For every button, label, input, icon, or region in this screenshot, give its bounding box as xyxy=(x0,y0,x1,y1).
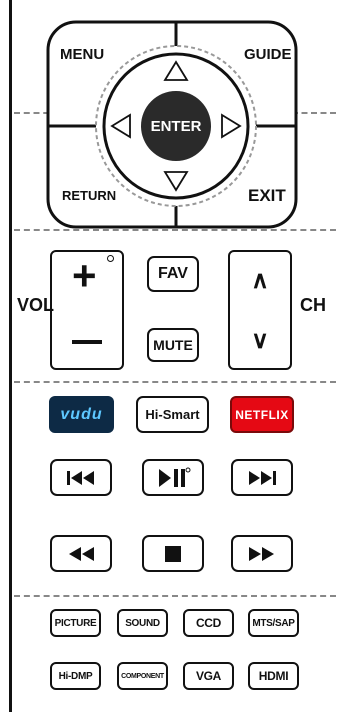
chevron-down-icon: ∨ xyxy=(251,326,269,354)
play-pause-button[interactable] xyxy=(142,459,204,496)
arrow-left-icon[interactable] xyxy=(110,113,132,139)
vol-label: VOL xyxy=(17,295,55,315)
stop-icon xyxy=(165,545,181,562)
netflix-button[interactable]: NETFLIX xyxy=(230,396,294,433)
guide-button[interactable]: GUIDE xyxy=(244,46,292,63)
stop-button[interactable] xyxy=(142,535,204,572)
hismart-label: Hi-Smart xyxy=(145,407,200,422)
skip-next-icon xyxy=(249,470,276,485)
mute-label: MUTE xyxy=(153,337,193,353)
arrow-down-icon[interactable] xyxy=(163,170,189,192)
arrow-up-icon[interactable] xyxy=(163,60,189,82)
return-button[interactable]: RETURN xyxy=(62,188,116,203)
component-label: COMPONENT xyxy=(121,672,164,680)
fav-button[interactable]: FAV xyxy=(147,256,199,292)
component-button[interactable]: COMPONENT xyxy=(117,662,168,690)
channel-down-button[interactable]: ∨ xyxy=(230,312,290,368)
fast-forward-button[interactable] xyxy=(231,535,293,572)
hi-dmp-button[interactable]: Hi-DMP xyxy=(50,662,101,690)
dashed-divider xyxy=(14,595,336,597)
menu-button[interactable]: MENU xyxy=(60,46,104,63)
sound-button[interactable]: SOUND xyxy=(117,609,168,637)
enter-button[interactable]: ENTER xyxy=(141,91,211,161)
minus-icon xyxy=(72,340,102,344)
picture-label: PICTURE xyxy=(54,617,97,629)
hi-dmp-label: Hi-DMP xyxy=(58,670,93,682)
vga-label: VGA xyxy=(195,669,222,683)
plus-icon: + xyxy=(72,252,97,299)
fav-label: FAV xyxy=(158,265,188,282)
hismart-button[interactable]: Hi-Smart xyxy=(136,396,209,433)
fast-forward-icon xyxy=(249,546,274,561)
vga-button[interactable]: VGA xyxy=(183,662,234,690)
hdmi-label: HDMI xyxy=(258,669,289,683)
rewind-button[interactable] xyxy=(50,535,112,572)
netflix-logo: NETFLIX xyxy=(235,407,289,422)
indicator-dot xyxy=(107,255,114,262)
arrow-right-icon[interactable] xyxy=(220,113,242,139)
ccd-label: CCD xyxy=(195,616,222,630)
vudu-logo: vudu xyxy=(60,405,103,423)
ch-label: CH xyxy=(300,295,326,315)
skip-previous-icon xyxy=(67,470,94,485)
ccd-button[interactable]: CCD xyxy=(183,609,234,637)
picture-button[interactable]: PICTURE xyxy=(50,609,101,637)
volume-down-button[interactable] xyxy=(52,312,122,368)
mts-sap-label: MTS/SAP xyxy=(252,617,295,629)
rewind-icon xyxy=(69,546,94,561)
vudu-button[interactable]: vudu xyxy=(49,396,114,433)
hdmi-button[interactable]: HDMI xyxy=(248,662,299,690)
dashed-divider xyxy=(14,381,336,383)
previous-button[interactable] xyxy=(50,459,112,496)
mts-sap-button[interactable]: MTS/SAP xyxy=(248,609,299,637)
next-button[interactable] xyxy=(231,459,293,496)
mute-button[interactable]: MUTE xyxy=(147,328,199,362)
remote-control: { "dpad": { "menu": "MENU", "guide": "GU… xyxy=(0,0,338,712)
volume-up-button[interactable]: + xyxy=(52,252,122,308)
chevron-up-icon: ∧ xyxy=(251,266,269,294)
enter-label: ENTER xyxy=(150,117,202,135)
play-pause-icon xyxy=(159,467,191,487)
channel-up-button[interactable]: ∧ xyxy=(230,252,290,308)
sound-label: SOUND xyxy=(125,617,160,629)
exit-button[interactable]: EXIT xyxy=(248,186,286,206)
